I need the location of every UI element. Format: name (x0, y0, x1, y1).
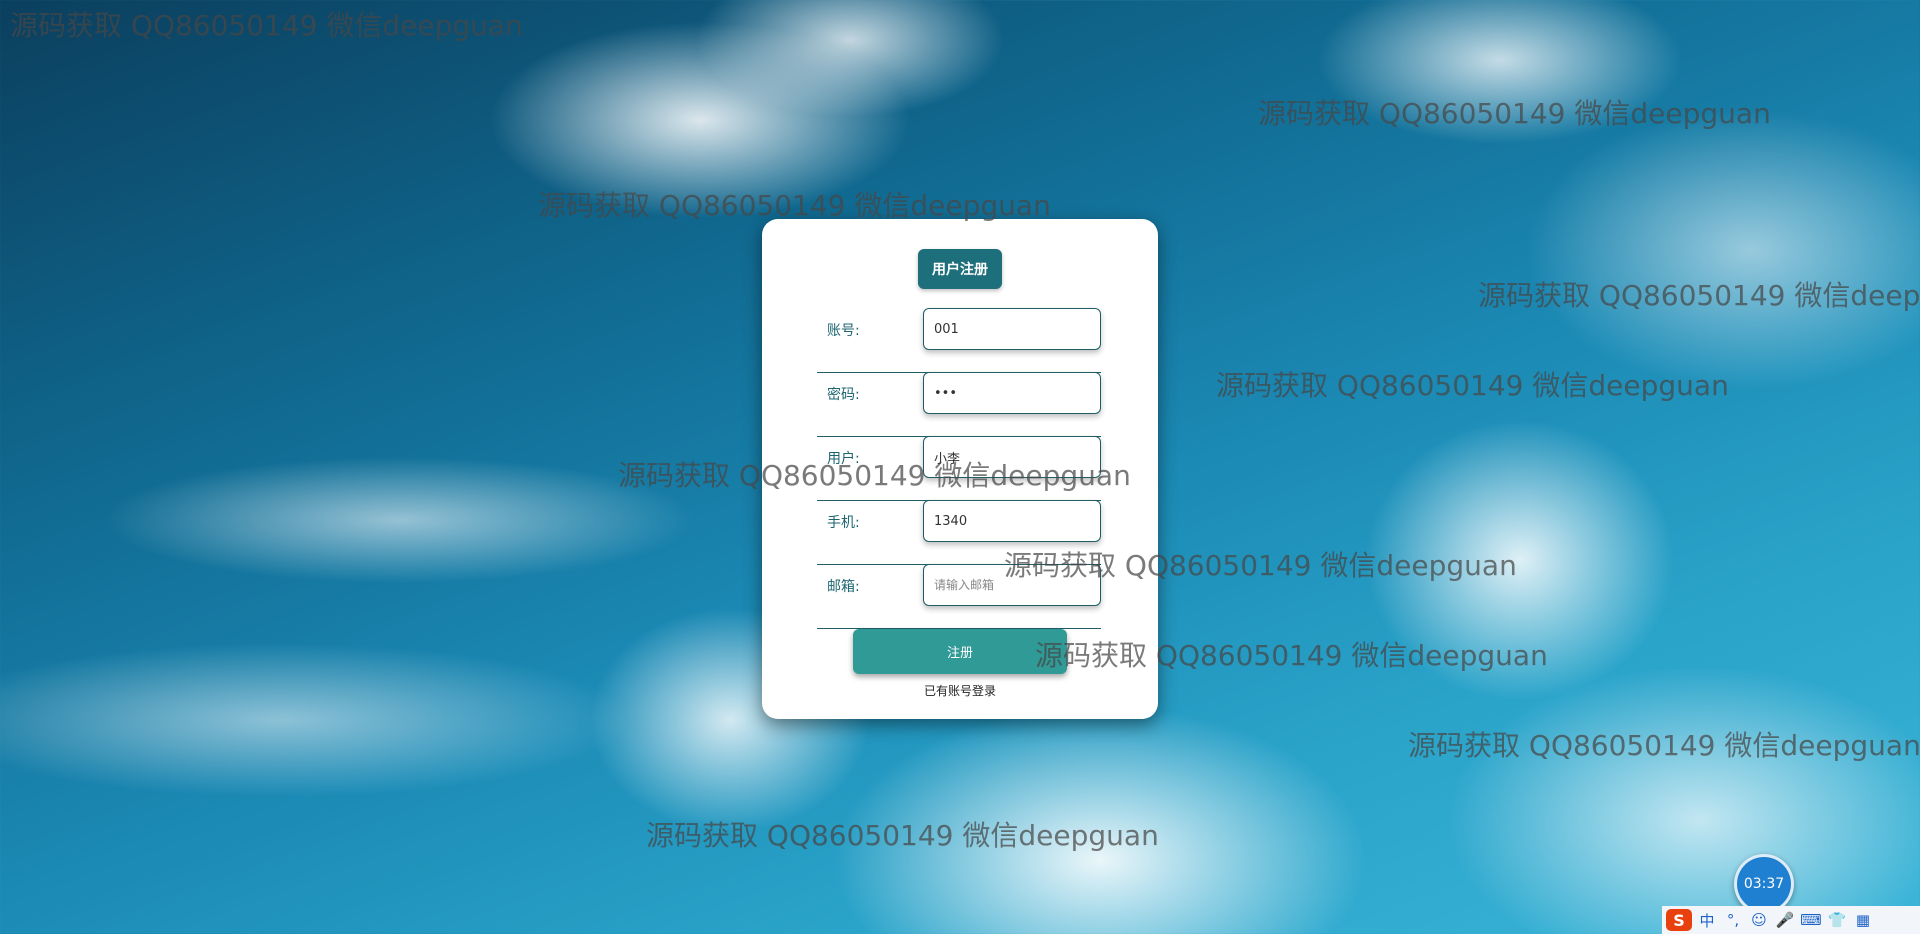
ime-keyboard-icon[interactable]: ⌨ (1800, 909, 1822, 931)
password-input[interactable] (923, 372, 1101, 414)
account-row: 账号: (817, 308, 1101, 373)
password-row: 密码: (817, 372, 1101, 437)
login-link[interactable]: 已有账号登录 (762, 682, 1158, 699)
watermark-text: 源码获取 QQ86050149 微信deepguan (538, 189, 1051, 222)
ime-chinese-mode-icon[interactable]: 中 (1696, 909, 1718, 931)
watermark-text: 源码获取 QQ86050149 微信deepguan (10, 9, 523, 42)
password-label: 密码: (827, 387, 860, 403)
watermark-text: 源码获取 QQ86050149 微信deepguan (646, 819, 1159, 852)
ime-logo-icon[interactable]: S (1666, 909, 1692, 931)
watermark-text: 源码获取 QQ86050149 微信deepguan (1478, 279, 1920, 312)
email-row: 邮箱: (817, 564, 1101, 629)
phone-input[interactable] (923, 500, 1101, 542)
watermark-text: 源码获取 QQ86050149 微信deepguan (1408, 729, 1920, 762)
ime-microphone-icon[interactable]: 🎤 (1774, 909, 1796, 931)
username-label: 用户: (827, 451, 860, 467)
ime-toolbox-icon[interactable]: ▦ (1852, 909, 1874, 931)
phone-row: 手机: (817, 500, 1101, 565)
watermark-text: 源码获取 QQ86050149 微信deepguan (1216, 369, 1729, 402)
ime-toolbar: S 中 °, ☺ 🎤 ⌨ 👕 ▦ (1662, 906, 1920, 934)
account-label: 账号: (827, 323, 860, 339)
ime-emoji-icon[interactable]: ☺ (1748, 909, 1770, 931)
username-input[interactable] (923, 436, 1101, 478)
ime-punctuation-icon[interactable]: °, (1722, 909, 1744, 931)
register-title: 用户注册 (918, 249, 1002, 289)
username-row: 用户: (817, 436, 1101, 501)
phone-label: 手机: (827, 515, 860, 531)
watermark-text: 源码获取 QQ86050149 微信deepguan (1258, 97, 1771, 130)
clock-widget[interactable]: 03:37 (1734, 854, 1794, 914)
register-card: 用户注册 账号: 密码: 用户: 手机: 邮箱: 注册 已有账号登录 (762, 219, 1158, 719)
account-input[interactable] (923, 308, 1101, 350)
email-input[interactable] (923, 564, 1101, 606)
ime-skin-icon[interactable]: 👕 (1826, 909, 1848, 931)
email-label: 邮箱: (827, 579, 860, 595)
register-button[interactable]: 注册 (853, 629, 1067, 674)
